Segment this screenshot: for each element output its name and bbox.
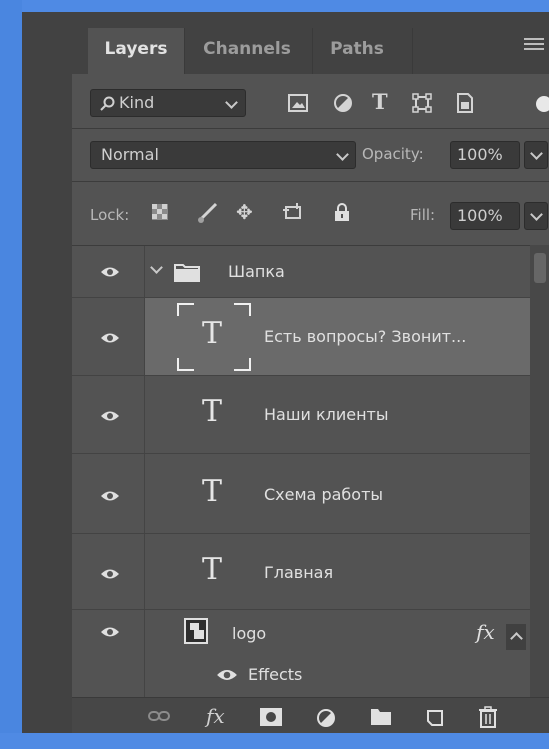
layers-bottom-toolbar: fx	[72, 697, 549, 733]
trash-icon[interactable]	[478, 706, 498, 728]
adjustment-filter-icon[interactable]	[334, 94, 352, 112]
fill-label: Fill:	[410, 206, 436, 224]
lock-artboard-icon[interactable]	[282, 202, 304, 222]
blend-row: Normal Opacity: 100%	[72, 129, 549, 181]
layer-row[interactable]: T Главная	[72, 534, 530, 610]
tab-separator	[184, 28, 185, 74]
layers-scrollbar[interactable]	[530, 245, 549, 697]
panel-menu-icon[interactable]	[524, 38, 544, 54]
tab-paths[interactable]: Paths	[316, 28, 398, 74]
kind-filter-dropdown[interactable]: Kind	[90, 89, 246, 117]
layer-name: Схема работы	[264, 485, 384, 504]
left-dark-strip	[22, 12, 72, 733]
tab-channels[interactable]: Channels	[188, 28, 306, 74]
panel-tab-bar: Layers Channels Paths	[72, 12, 549, 74]
layer-name: logo	[232, 624, 267, 643]
visibility-cell	[72, 610, 145, 697]
opacity-label: Opacity:	[362, 145, 424, 163]
text-layer-icon: T	[202, 394, 223, 429]
type-filter-icon[interactable]: T	[372, 89, 388, 114]
kind-label: Kind	[119, 93, 155, 112]
layer-row[interactable]: T Есть вопросы? Звонит...	[72, 298, 530, 376]
tab-separator	[412, 28, 413, 74]
layer-group-row[interactable]: Шапка	[72, 246, 530, 298]
new-group-icon[interactable]	[370, 708, 392, 726]
eye-icon[interactable]	[100, 410, 120, 422]
link-layers-icon[interactable]	[148, 710, 170, 722]
eye-icon[interactable]	[100, 490, 120, 502]
chevron-down-icon	[530, 208, 543, 221]
layer-name: Наши клиенты	[264, 405, 389, 424]
opacity-input[interactable]: 100%	[450, 141, 520, 169]
filter-toggle-icon[interactable]	[536, 96, 549, 112]
eye-icon[interactable]	[100, 332, 120, 344]
mask-icon[interactable]	[260, 708, 282, 726]
folder-icon	[174, 264, 200, 282]
layer-row[interactable]: T Схема работы	[72, 454, 530, 534]
chevron-down-icon	[530, 147, 543, 160]
fx-icon[interactable]: fx	[206, 704, 225, 728]
frame-left	[0, 0, 22, 749]
smart-object-thumbnail-icon	[184, 618, 208, 644]
group-expand-chevron-icon[interactable]	[150, 261, 163, 274]
filter-row: Kind T	[72, 74, 549, 128]
effects-eye-icon[interactable]	[216, 668, 238, 682]
blend-mode-dropdown[interactable]: Normal	[90, 141, 356, 169]
tab-layers[interactable]: Layers	[88, 28, 184, 74]
effects-label: Effects	[248, 665, 303, 684]
eye-icon[interactable]	[100, 568, 120, 580]
chevron-down-icon	[336, 148, 349, 161]
layer-row-logo[interactable]: logo fx Effects	[72, 610, 530, 697]
shape-filter-icon[interactable]	[412, 93, 432, 113]
text-layer-icon: T	[202, 552, 223, 587]
layer-row[interactable]: T Наши клиенты	[72, 376, 530, 454]
lock-label: Lock:	[90, 206, 130, 224]
text-layer-icon: T	[202, 474, 223, 509]
image-filter-icon[interactable]	[288, 94, 308, 112]
tab-separator	[312, 28, 313, 74]
blend-mode-value: Normal	[101, 145, 159, 164]
layer-name: Главная	[264, 563, 334, 582]
new-layer-icon[interactable]	[426, 707, 444, 727]
chevron-down-icon	[225, 96, 238, 109]
text-layer-icon: T	[202, 316, 223, 351]
scrollbar-thumb[interactable]	[534, 253, 546, 283]
smart-object-filter-icon[interactable]	[456, 93, 474, 113]
eye-icon[interactable]	[100, 266, 120, 278]
fx-indicator-icon[interactable]: fx	[476, 620, 495, 644]
frame-top	[0, 0, 549, 12]
layer-name: Есть вопросы? Звонит...	[264, 327, 467, 346]
fill-slider-button[interactable]	[524, 202, 548, 230]
opacity-slider-button[interactable]	[524, 141, 548, 169]
lock-transparent-pixels-icon[interactable]	[152, 204, 168, 220]
chevron-up-icon	[510, 632, 523, 645]
lock-position-icon[interactable]: ✥	[236, 200, 253, 224]
eye-icon[interactable]	[100, 626, 120, 638]
fill-input[interactable]: 100%	[450, 202, 520, 230]
layers-panel: Layers Channels Paths Kind T Normal Opac…	[72, 12, 549, 733]
frame-bottom	[0, 733, 549, 749]
search-icon	[100, 96, 115, 111]
group-name: Шапка	[228, 262, 285, 281]
effects-toggle[interactable]	[506, 624, 526, 650]
lock-image-pixels-icon[interactable]	[196, 202, 218, 224]
lock-all-icon[interactable]	[334, 202, 350, 222]
lock-row: Lock: ✥ Fill: 100%	[72, 182, 549, 245]
adjustment-layer-icon[interactable]	[316, 708, 336, 728]
